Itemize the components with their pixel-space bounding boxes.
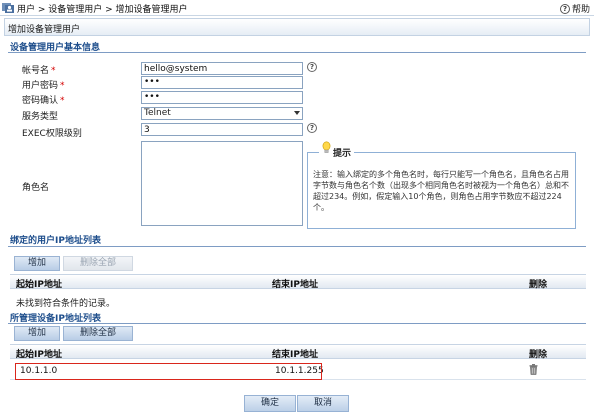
tip-text: 注意：输入绑定的多个角色名时，每行只能写一个角色名，且角色名占用字节数与角色名个…	[313, 170, 569, 212]
role-textarea[interactable]	[141, 141, 303, 226]
account-label-text: 帐号名	[22, 66, 50, 76]
exec-level-input[interactable]	[141, 123, 303, 136]
panel-title: 增加设备管理用户	[8, 25, 81, 35]
help-link[interactable]: ? 帮助	[559, 2, 590, 15]
bound-ip-add-button[interactable]: 增加	[14, 256, 60, 271]
section-divider	[8, 52, 586, 53]
help-icon: ?	[559, 3, 570, 14]
confirm-button[interactable]: 确定	[244, 395, 296, 412]
col-end-ip: 结束IP地址	[272, 350, 318, 360]
panel-header: 增加设备管理用户	[4, 18, 590, 36]
breadcrumb-bar: 用户 > 设备管理用户 > 增加设备管理用户 ? 帮助	[0, 0, 594, 16]
section-divider	[8, 246, 586, 247]
section-divider	[8, 323, 586, 324]
required-mark: *	[60, 81, 65, 91]
help-question-icon[interactable]: ?	[307, 62, 317, 72]
service-type-select[interactable]: Telnet	[141, 107, 303, 120]
account-input[interactable]	[141, 62, 303, 75]
managed-ip-delete-all-button[interactable]: 删除全部	[63, 326, 133, 341]
exec-level-label: EXEC权限级别	[22, 129, 82, 139]
selected-row-highlight	[15, 363, 322, 380]
help-label: 帮助	[571, 5, 590, 15]
password-label: 用户密码 *	[22, 78, 65, 91]
user-icon	[2, 3, 14, 13]
bound-ip-table-header: 起始IP地址 结束IP地址 删除	[10, 274, 586, 290]
password-input[interactable]: •••	[141, 76, 303, 89]
tip-box: 注意：输入绑定的多个角色名时，每行只能写一个角色名，且角色名占用字节数与角色名个…	[307, 152, 576, 229]
bound-ip-empty-text: 未找到符合条件的记录。	[16, 299, 116, 309]
col-delete: 删除	[529, 350, 548, 360]
col-start-ip: 起始IP地址	[16, 350, 62, 360]
breadcrumb: 用户 > 设备管理用户 > 增加设备管理用户	[17, 5, 188, 15]
col-end-ip: 结束IP地址	[272, 280, 318, 290]
required-mark: *	[60, 96, 65, 106]
tip-title: 提示	[319, 141, 355, 159]
help-question-icon[interactable]: ?	[307, 123, 317, 133]
role-label: 角色名	[22, 183, 50, 193]
service-type-value: Telnet	[144, 108, 171, 118]
service-type-label: 服务类型	[22, 112, 59, 122]
col-start-ip: 起始IP地址	[16, 280, 62, 290]
managed-ip-add-button[interactable]: 增加	[14, 326, 60, 341]
account-label: 帐号名 *	[22, 63, 56, 76]
bound-ip-section-title: 绑定的用户IP地址列表	[10, 236, 101, 246]
confirm-password-label: 密码确认 *	[22, 93, 65, 106]
password-label-text: 用户密码	[22, 81, 59, 91]
chevron-down-icon	[294, 111, 300, 115]
lightbulb-icon	[322, 141, 331, 153]
confirm-label-text: 密码确认	[22, 96, 59, 106]
confirm-password-input[interactable]: •••	[141, 91, 303, 104]
bound-ip-delete-all-button[interactable]: 删除全部	[63, 256, 133, 271]
tip-title-text: 提示	[333, 149, 352, 159]
trash-icon[interactable]	[529, 364, 538, 375]
cancel-button[interactable]: 取消	[297, 395, 349, 412]
required-mark: *	[51, 66, 56, 76]
col-delete: 删除	[529, 280, 548, 290]
managed-ip-table-header: 起始IP地址 结束IP地址 删除	[10, 344, 586, 360]
